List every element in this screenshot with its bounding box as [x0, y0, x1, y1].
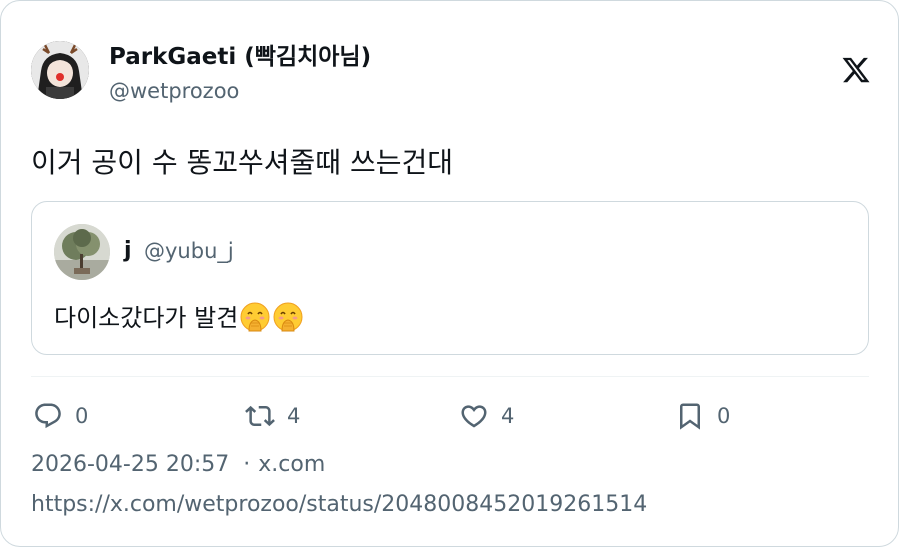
bookmark-icon [680, 403, 700, 430]
tweet-meta: 2026-04-25 20:57 · x.com [31, 452, 325, 477]
quoted-tweet[interactable]: j @yubu_j 다이소갔다가 발견 [31, 201, 869, 355]
quoted-author-avatar[interactable] [54, 224, 110, 280]
quoted-tweet-text: 다이소갔다가 발견 [54, 298, 304, 333]
quoted-author-name[interactable]: j [124, 238, 132, 263]
like-button[interactable]: 4 [459, 399, 514, 433]
bookmark-button[interactable]: 0 [675, 399, 730, 433]
divider [31, 376, 869, 377]
tweet-text: 이거 공이 수 똥꼬쑤셔줄때 쓰는건대 [31, 146, 454, 179]
reply-button[interactable]: 0 [33, 399, 88, 433]
author-handle[interactable]: @wetprozoo [109, 79, 239, 103]
tweet-url-link[interactable]: https://x.com/wetprozoo/status/204800845… [31, 492, 647, 517]
reply-count: 0 [75, 404, 89, 428]
timestamp[interactable]: 2026-04-25 20:57 [31, 452, 229, 477]
author-name[interactable]: ParkGaeti (빡김치아님) [109, 37, 371, 71]
meta-separator: · [243, 452, 251, 477]
retweet-count: 4 [287, 404, 301, 428]
heart-icon [461, 405, 487, 428]
like-count: 4 [501, 404, 515, 428]
bookmark-count: 0 [717, 404, 731, 428]
x-logo-icon[interactable] [841, 55, 871, 85]
quoted-tweet-body: 다이소갔다가 발견 [54, 304, 239, 332]
author-avatar[interactable] [31, 41, 89, 99]
source-label[interactable]: x.com [258, 452, 325, 477]
retweet-icon [245, 405, 275, 427]
reply-icon [35, 403, 61, 429]
tweet-card: ParkGaeti (빡김치아님) @wetprozoo 이거 공이 수 똥꼬쑤… [0, 0, 899, 547]
quoted-author-handle[interactable]: @yubu_j [144, 239, 234, 263]
face-with-hand-over-mouth-icon [239, 301, 271, 333]
face-with-hand-over-mouth-icon [272, 301, 304, 333]
retweet-button[interactable]: 4 [245, 399, 300, 433]
